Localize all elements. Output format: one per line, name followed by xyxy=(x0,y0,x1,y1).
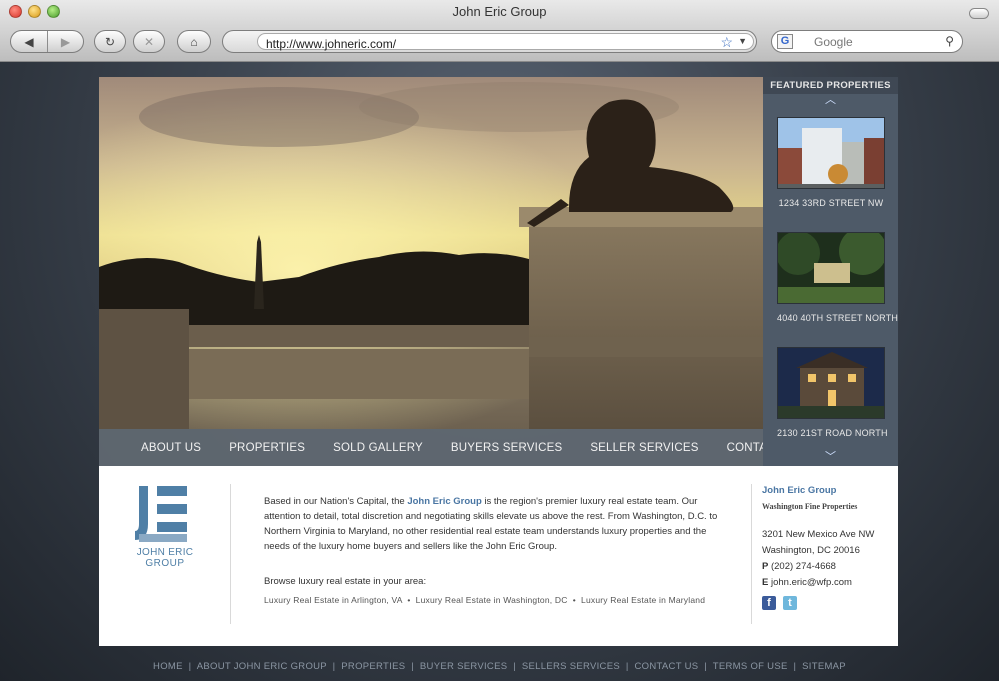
divider xyxy=(230,484,231,624)
hero-image xyxy=(99,77,763,429)
featured-property-card[interactable]: 4040 40TH STREET NORTH xyxy=(777,232,898,323)
link-maryland[interactable]: Luxury Real Estate in Maryland xyxy=(581,595,705,605)
bookmark-star-icon[interactable]: ☆ xyxy=(720,34,733,51)
featured-property-card[interactable]: 1234 33RD STREET NW xyxy=(777,117,885,208)
property-photo[interactable] xyxy=(777,347,885,419)
intro-text-start: Based in our Nation's Capital, the xyxy=(264,496,408,507)
address-line-1: 3201 New Mexico Ave NW xyxy=(762,529,875,540)
email-line: E john.eric@wfp.com xyxy=(762,577,897,588)
twitter-icon[interactable]: t xyxy=(783,596,797,610)
search-engine-icon[interactable]: G xyxy=(777,34,793,49)
nav-sold-gallery[interactable]: SOLD GALLERY xyxy=(333,442,423,454)
nav-about-us[interactable]: ABOUT US xyxy=(141,442,201,454)
intro-section: JOHN ERIC GROUP Based in our Nation's Ca… xyxy=(99,466,898,646)
link-separator: • xyxy=(407,595,411,605)
footer-link-buyer-services[interactable]: BUYER SERVICES xyxy=(420,661,507,672)
social-links: f t xyxy=(762,596,897,610)
browse-section: Browse luxury real estate in your area: … xyxy=(264,576,719,608)
site-container: ABOUT US PROPERTIES SOLD GALLERY BUYERS … xyxy=(99,77,898,646)
stop-button[interactable]: ✕ xyxy=(133,30,165,53)
intro-paragraph: Based in our Nation's Capital, the John … xyxy=(264,494,719,554)
footer-link-properties[interactable]: PROPERTIES xyxy=(341,661,405,672)
featured-property-label[interactable]: 2130 21ST ROAD NORTH xyxy=(777,428,888,438)
main-navigation: ABOUT US PROPERTIES SOLD GALLERY BUYERS … xyxy=(99,429,802,466)
scroll-up-arrow-icon[interactable]: ︿ xyxy=(763,94,898,107)
nav-seller-services[interactable]: SELLER SERVICES xyxy=(590,442,698,454)
window-title: John Eric Group xyxy=(452,4,547,19)
email-label: E xyxy=(762,577,769,588)
property-photo[interactable] xyxy=(777,232,885,304)
site-logo[interactable]: JOHN ERIC GROUP xyxy=(135,484,195,569)
reload-button[interactable]: ↻ xyxy=(94,30,126,53)
home-button[interactable]: ⌂ xyxy=(177,30,211,53)
contact-title: John Eric Group xyxy=(762,485,837,496)
link-arlington[interactable]: Luxury Real Estate in Arlington, VA xyxy=(264,595,402,605)
featured-property-label[interactable]: 4040 40TH STREET NORTH xyxy=(777,313,898,323)
footer-link-terms[interactable]: TERMS OF USE xyxy=(713,661,788,672)
link-separator: • xyxy=(572,595,576,605)
logo-mark xyxy=(135,486,187,542)
forward-button[interactable]: ▶ xyxy=(46,31,83,52)
stop-icon: ✕ xyxy=(143,34,155,49)
url-dropdown-icon[interactable]: ▼ xyxy=(738,36,747,46)
featured-properties-panel: FEATURED PROPERTIES ︿ 1234 33RD STREET N… xyxy=(763,77,898,466)
back-button[interactable]: ◀ xyxy=(11,31,47,52)
reload-icon: ↻ xyxy=(104,34,116,49)
link-washington[interactable]: Luxury Real Estate in Washington, DC xyxy=(416,595,568,605)
contact-block: John Eric Group Washington Fine Properti… xyxy=(762,485,897,610)
hero-lion-statue-illustration xyxy=(99,77,763,429)
featured-properties-title: FEATURED PROPERTIES xyxy=(763,77,898,94)
footer-navigation: HOME | ABOUT JOHN ERIC GROUP | PROPERTIE… xyxy=(153,661,846,672)
facebook-icon[interactable]: f xyxy=(762,596,776,610)
address-line-2: Washington, DC 20016 xyxy=(762,545,860,556)
footer-link-contact[interactable]: CONTACT US xyxy=(635,661,699,672)
nav-properties[interactable]: PROPERTIES xyxy=(229,442,305,454)
email-address[interactable]: john.eric@wfp.com xyxy=(771,577,852,588)
phone-line: P (202) 274-4668 xyxy=(762,561,897,572)
search-icon[interactable]: ⚲ xyxy=(945,34,954,48)
footer-link-home[interactable]: HOME xyxy=(153,661,183,672)
browser-chrome: John Eric Group ◀ ▶ ↻ ✕ ⌂ http://www.joh… xyxy=(0,0,999,62)
phone-label: P xyxy=(762,561,769,572)
property-photo[interactable] xyxy=(777,117,885,189)
footer-link-sitemap[interactable]: SITEMAP xyxy=(802,661,846,672)
home-icon: ⌂ xyxy=(190,34,198,49)
contact-subtitle: Washington Fine Properties xyxy=(762,502,858,511)
browse-links: Luxury Real Estate in Arlington, VA • Lu… xyxy=(264,592,719,608)
brand-highlight[interactable]: John Eric Group xyxy=(407,496,481,507)
url-text: http://www.johneric.com/ xyxy=(266,37,397,51)
page-background: ABOUT US PROPERTIES SOLD GALLERY BUYERS … xyxy=(0,62,999,681)
logo-subtitle: GROUP xyxy=(145,558,185,569)
footer-link-sellers-services[interactable]: SELLERS SERVICES xyxy=(522,661,620,672)
logo-name: JOHN ERIC xyxy=(136,547,194,558)
address-bar: http://www.johneric.com/ ☆ ▼ xyxy=(222,30,757,53)
scroll-down-arrow-icon[interactable]: ﹀ xyxy=(763,451,898,464)
featured-property-card[interactable]: 2130 21ST ROAD NORTH xyxy=(777,347,888,438)
featured-property-label[interactable]: 1234 33RD STREET NW xyxy=(777,198,885,208)
forward-icon: ▶ xyxy=(60,34,71,49)
search-placeholder: Google xyxy=(814,35,853,49)
back-icon: ◀ xyxy=(24,34,34,49)
footer-link-about[interactable]: ABOUT JOHN ERIC GROUP xyxy=(197,661,327,672)
nav-buyers-services[interactable]: BUYERS SERVICES xyxy=(451,442,562,454)
url-input[interactable]: http://www.johneric.com/ ☆ ▼ xyxy=(257,33,754,51)
browse-heading: Browse luxury real estate in your area: xyxy=(264,576,427,587)
divider xyxy=(751,484,752,624)
phone-number[interactable]: (202) 274-4668 xyxy=(771,561,836,572)
search-field[interactable]: G Google ⚲ xyxy=(771,30,963,53)
toolbar-toggle-button[interactable] xyxy=(969,8,989,19)
back-forward-group: ◀ ▶ xyxy=(10,30,84,53)
